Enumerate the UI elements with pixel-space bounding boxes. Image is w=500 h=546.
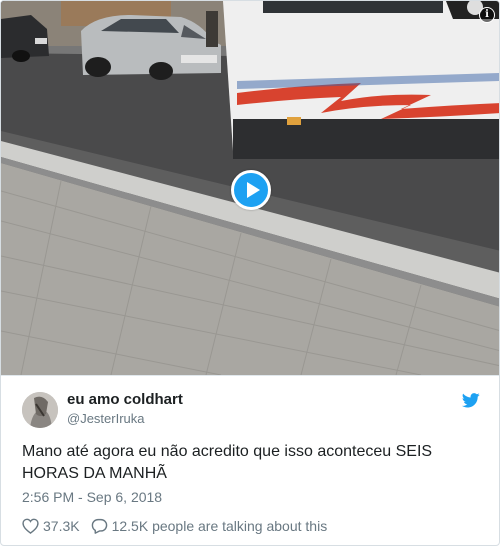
play-icon: [247, 182, 260, 198]
tweet-card: i eu amo coldhart @JesterIruka Mano até …: [0, 0, 500, 546]
avatar[interactable]: [22, 392, 58, 428]
avatar-image: [22, 392, 58, 428]
heart-icon: [22, 518, 39, 534]
reply-button[interactable]: 12.5K people are talking about this: [91, 518, 328, 534]
tweet-body: eu amo coldhart @JesterIruka Mano até ag…: [1, 375, 499, 545]
speech-bubble-icon: [91, 518, 107, 534]
twitter-bird-icon[interactable]: [462, 393, 480, 408]
like-count: 37.3K: [43, 518, 80, 534]
info-icon[interactable]: i: [479, 7, 495, 23]
author-name[interactable]: eu amo coldhart: [67, 391, 183, 408]
tweet-actions: 37.3K 12.5K people are talking about thi…: [22, 516, 327, 536]
tweet-text: Mano até agora eu não acredito que isso …: [22, 443, 433, 482]
tweet-timestamp[interactable]: 2:56 PM - Sep 6, 2018: [22, 489, 162, 505]
play-button[interactable]: [231, 170, 271, 210]
author-handle[interactable]: @JesterIruka: [67, 411, 145, 426]
reply-summary: 12.5K people are talking about this: [111, 518, 328, 534]
video-thumbnail[interactable]: i: [1, 1, 499, 375]
like-button[interactable]: 37.3K: [22, 518, 80, 534]
